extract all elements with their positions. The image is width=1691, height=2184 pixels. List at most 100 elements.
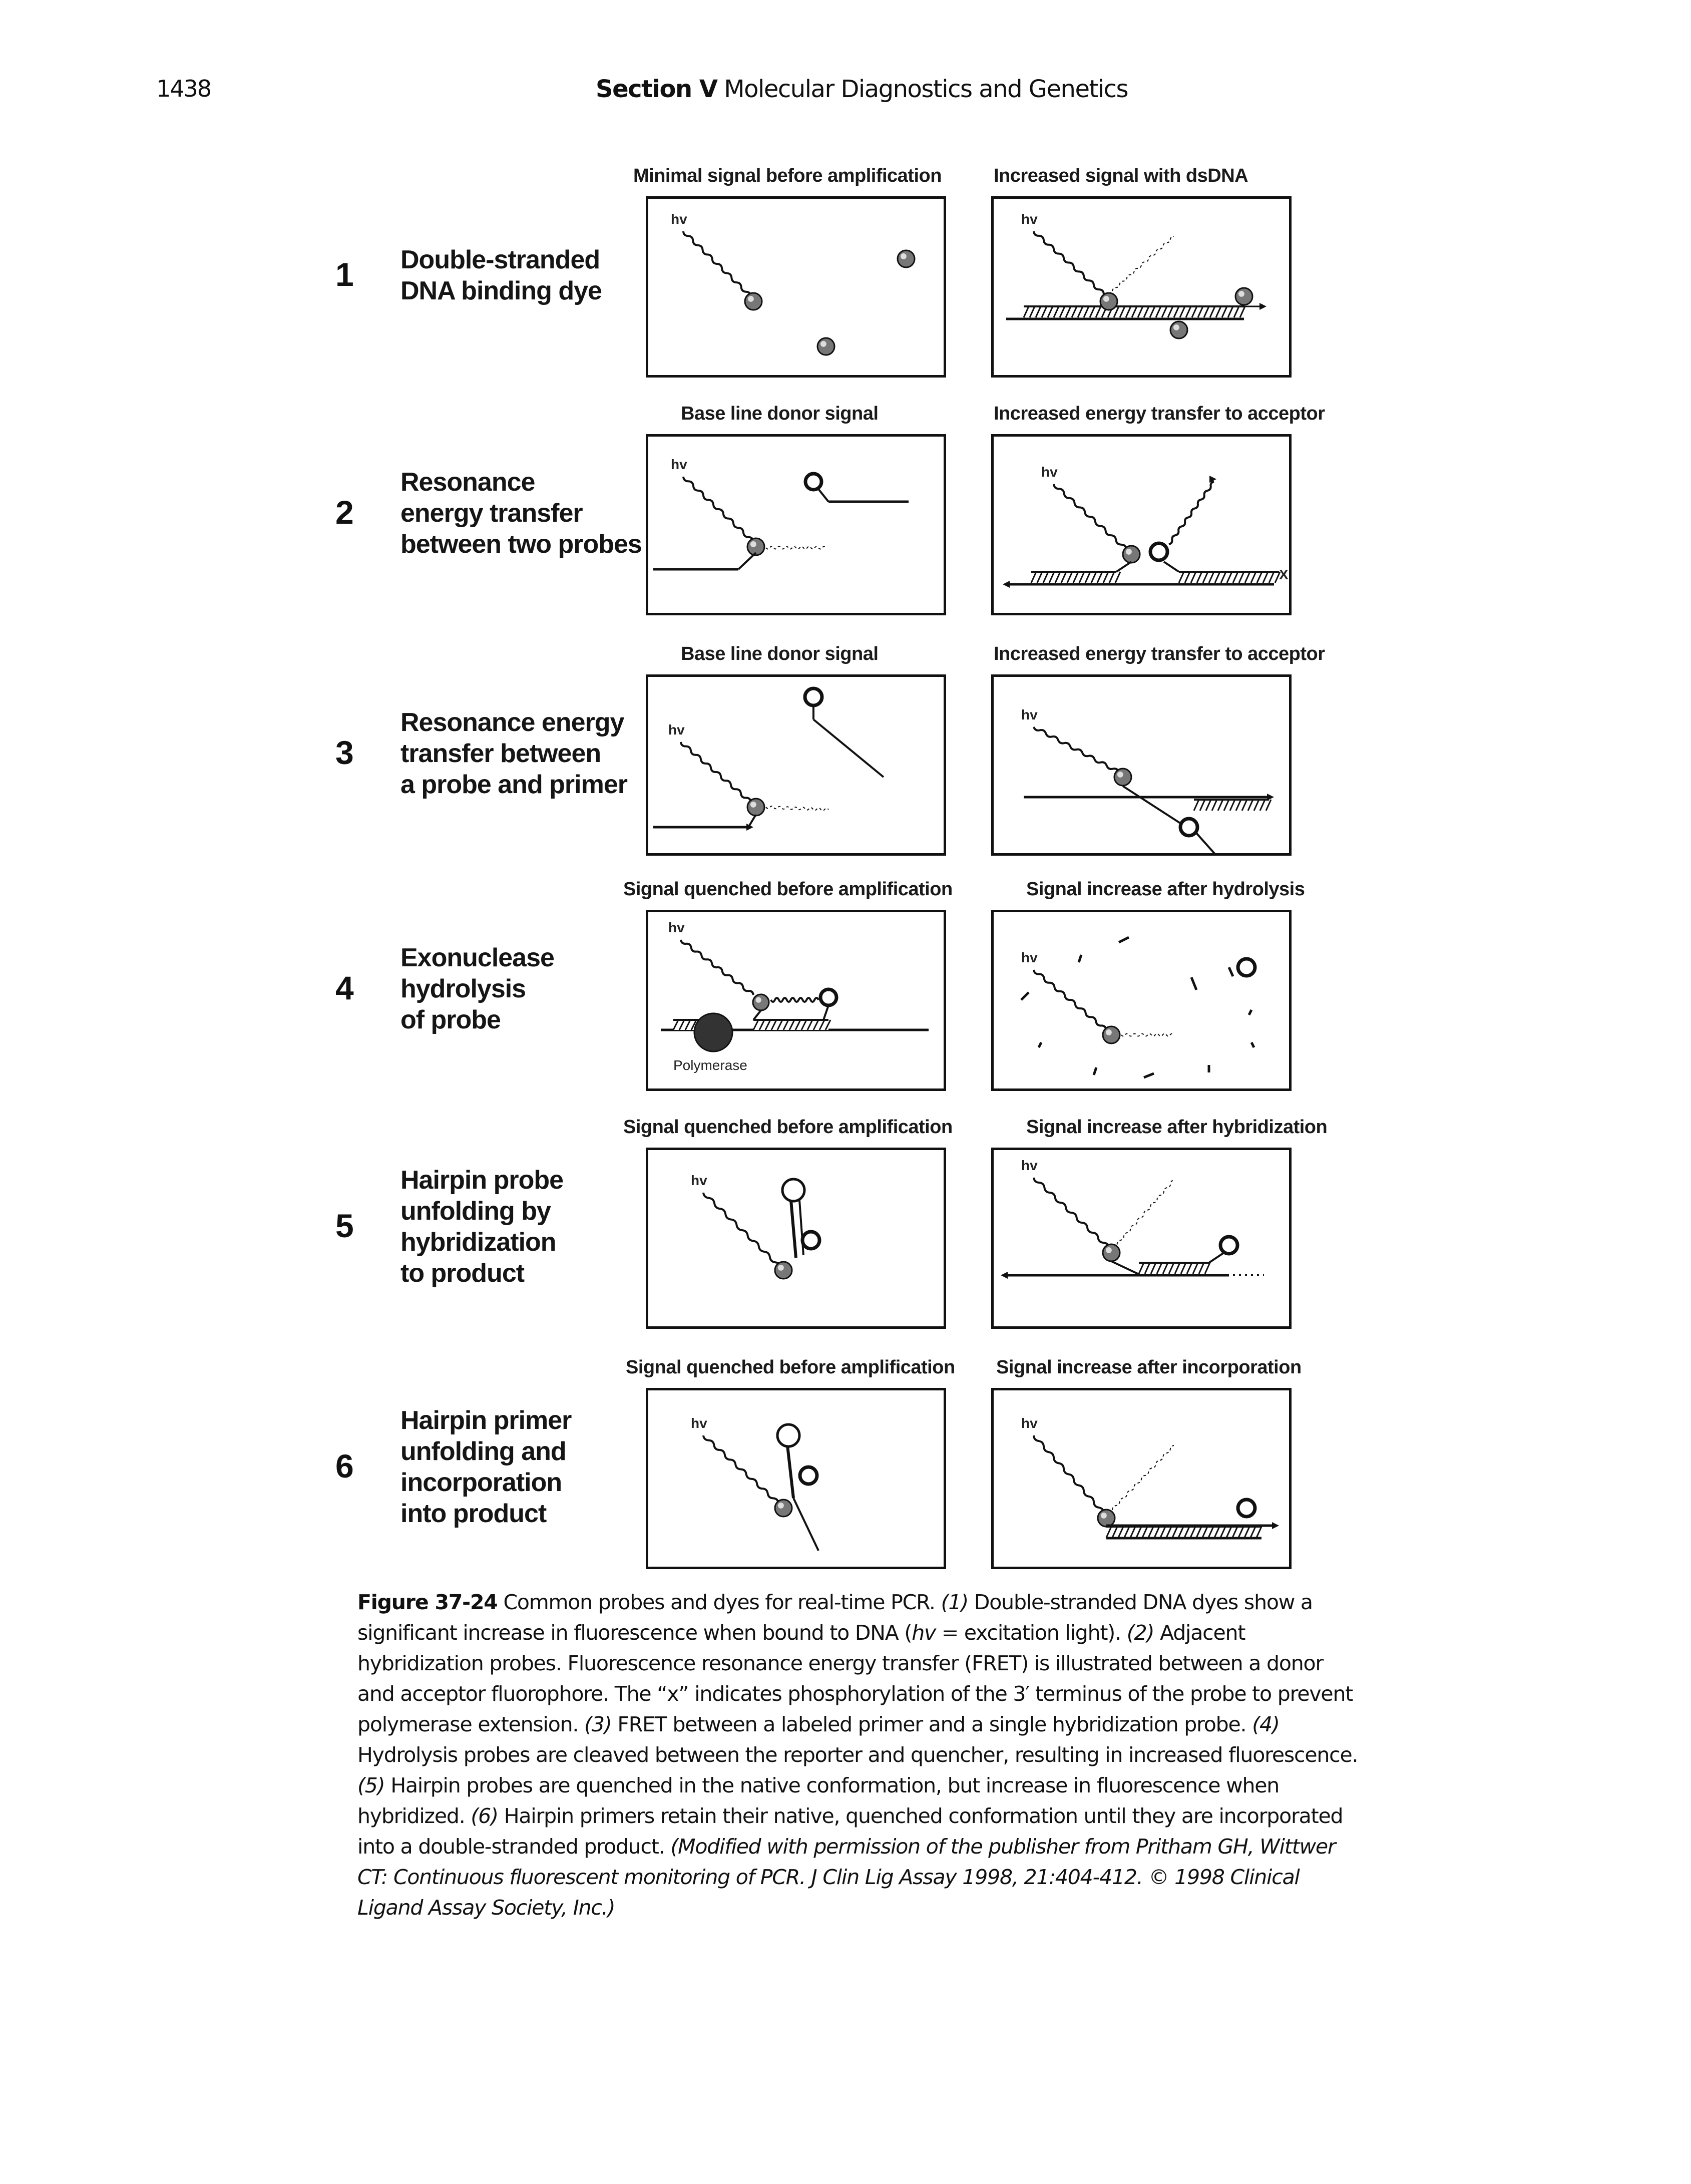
quencher (1218, 1235, 1239, 1256)
bound-dye-highlight (1103, 295, 1109, 302)
dye-molecule-highlight (900, 253, 907, 259)
acceptor-link (817, 488, 829, 503)
acceptor-fluorophore (1178, 817, 1199, 838)
donor-emission (765, 546, 826, 550)
probe-strand (812, 718, 885, 778)
product-hatch (1105, 1526, 1262, 1538)
primer-hatch (1193, 799, 1272, 811)
hv-label: hv (671, 457, 687, 472)
figure-row-6: Signal quenched before amplification Sign… (0, 1357, 1691, 1592)
diagram-right-svg: hv (1021, 1415, 1279, 1540)
diagram-left-svg: hv (691, 1415, 819, 1551)
excitation-light (680, 742, 752, 803)
figure-label: Figure 37-24 (357, 1590, 498, 1614)
row-label-line: incorporation (400, 1468, 562, 1497)
emitted-light (1108, 1445, 1174, 1514)
row-number: 6 (335, 1447, 354, 1485)
dye-molecule-highlight (820, 340, 826, 347)
donor-emission (765, 805, 829, 812)
bound-dye (1234, 287, 1253, 306)
diagram-panel-left: hv (646, 674, 946, 856)
caption-item-number: (6) (471, 1804, 499, 1828)
reporter-dye (1102, 1243, 1121, 1262)
reporter-dye-highlight (777, 1502, 784, 1509)
excitation-light (1033, 969, 1107, 1030)
probe-link (752, 1009, 762, 1021)
hv-label: hv (691, 1173, 707, 1188)
row-label-line: unfolding and (400, 1437, 567, 1466)
caption-item-number: (1) (941, 1590, 969, 1614)
diagram-panel-left: hv (646, 196, 946, 378)
probe-hatch (1138, 1262, 1211, 1274)
acceptor-fluorophore (803, 686, 824, 707)
probe-fragment (1227, 966, 1234, 977)
acceptor-emission (1168, 481, 1214, 545)
row-label: Hairpin primer unfolding and incorporation… (400, 1405, 572, 1529)
reporter-dye-highlight (1100, 1512, 1107, 1519)
row-number: 3 (335, 734, 354, 771)
dye-molecule (897, 249, 916, 268)
caption-item-text: Hydrolysis probes are cleaved between th… (357, 1743, 1359, 1767)
dsdna-hatch (1023, 305, 1246, 318)
dye-molecule (816, 337, 835, 356)
diagram-right-svg: hv (1021, 707, 1274, 853)
probe-strand (1195, 832, 1216, 853)
row-label-line: Hairpin primer (400, 1406, 572, 1435)
panel-caption-right: Increased signal with dsDNA (994, 165, 1248, 186)
reporter-dye-highlight (777, 1264, 784, 1271)
quencher (1236, 1498, 1257, 1519)
probe-link (1115, 561, 1132, 573)
reporter-dye (1102, 1025, 1121, 1044)
hv-label: hv (1041, 464, 1058, 480)
figure-row-2: Base line donor signal Increased energy t… (0, 403, 1691, 638)
diagram-panel-right: hv (991, 910, 1292, 1091)
caption-item-number: (4) (1252, 1712, 1280, 1736)
row-number: 4 (335, 969, 354, 1006)
arrowhead-icon (1259, 303, 1266, 310)
row-label-line: Resonance (400, 468, 535, 497)
quencher (1236, 957, 1257, 978)
probe-link (1208, 1252, 1225, 1264)
figure-caption: Figure 37-24 Common probes and dyes for … (357, 1587, 1359, 1923)
diagram-panel-left: hv (646, 1388, 946, 1569)
hairpin-stem (798, 1200, 804, 1256)
probe-fragment (1077, 954, 1083, 963)
row-label: Double-stranded DNA binding dye (400, 244, 602, 306)
reporter-dye (752, 993, 770, 1011)
hv-label: hv (1021, 211, 1038, 227)
hv-label: hv (671, 211, 687, 227)
excitation-light (702, 1192, 782, 1268)
quencher (798, 1465, 819, 1486)
hv-label: hv (1021, 950, 1038, 965)
bound-dye (1169, 320, 1188, 339)
donor-fluorophore-highlight (750, 541, 756, 547)
caption-item-number: (2) (1126, 1621, 1155, 1645)
row-label-line: Resonance energy (400, 708, 624, 737)
probe-link (1111, 1260, 1139, 1275)
probe-fragment (1092, 1067, 1098, 1075)
probe-hatch (1030, 571, 1121, 583)
caption-hv-definition: = excitation light). (936, 1621, 1121, 1645)
hv-label: hv (1021, 1415, 1038, 1431)
caption-hv-term: hv (912, 1621, 936, 1645)
panel-caption-left: Signal quenched before amplification (623, 879, 953, 900)
excitation-light (702, 1435, 779, 1504)
row-label-line: Double-stranded (400, 245, 600, 274)
probe-link (822, 1005, 829, 1020)
excitation-light (680, 939, 754, 995)
page-number: 1438 (156, 75, 212, 102)
arrowhead-icon (1272, 1522, 1279, 1529)
donor-fluorophore (1122, 545, 1141, 564)
probe-fragment (1190, 977, 1198, 990)
caption-item-text: FRET between a labeled primer and a sing… (617, 1712, 1246, 1736)
probe-link (1163, 561, 1180, 573)
diagram-right-svg: hv (1020, 936, 1257, 1079)
quencher (818, 987, 838, 1007)
row-label-line: energy transfer (400, 499, 583, 528)
probe-fragment (1247, 1009, 1253, 1016)
row-label-line: a probe and primer (400, 770, 628, 799)
primer-tail (792, 1498, 819, 1551)
diagram-panel-right: hv (991, 196, 1292, 378)
diagram-panel-left: hv (646, 434, 946, 615)
arrowhead-icon (1003, 581, 1010, 588)
